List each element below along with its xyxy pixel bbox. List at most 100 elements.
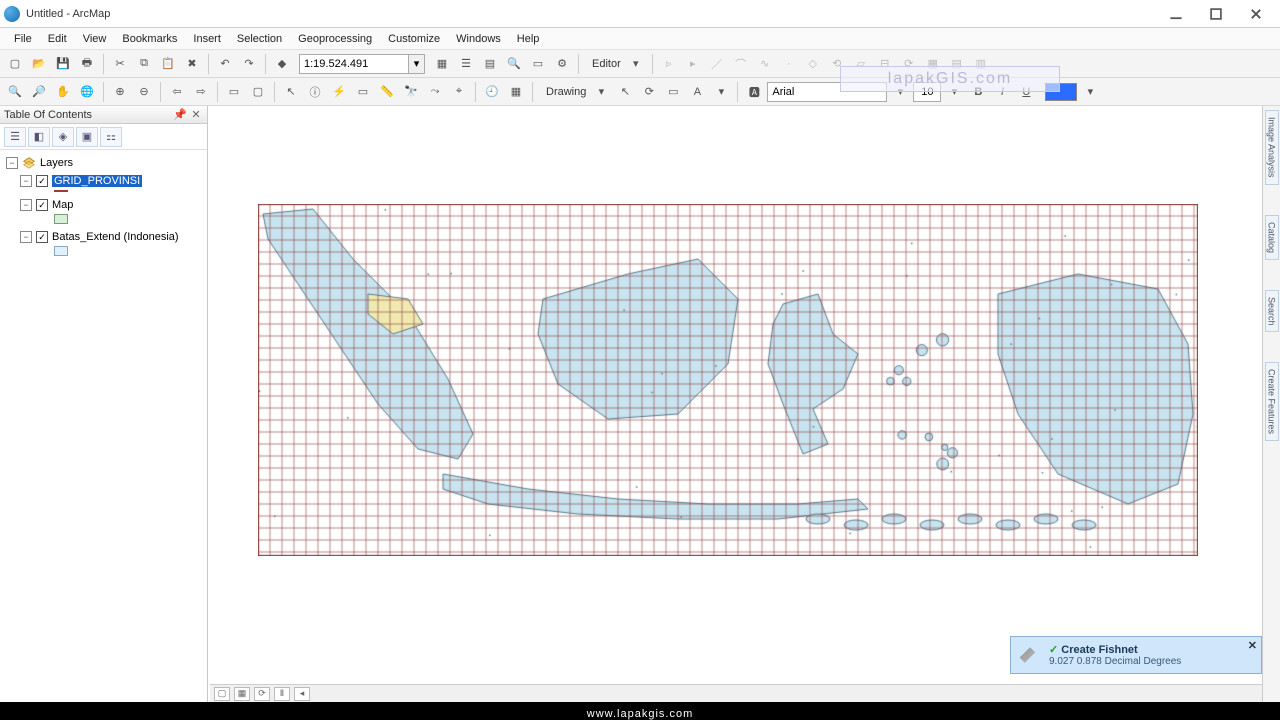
edit-vertices-graphic-icon[interactable]: ▾	[710, 81, 732, 103]
pan-icon[interactable]: ✋	[52, 81, 74, 103]
menu-help[interactable]: Help	[509, 31, 548, 47]
modelbuilder-icon[interactable]: ⚙	[551, 53, 573, 75]
menu-insert[interactable]: Insert	[185, 31, 229, 47]
cut-icon[interactable]: ✂	[109, 53, 131, 75]
layer-row-map[interactable]: − ✓ Map	[2, 196, 205, 214]
font-size-input[interactable]	[913, 82, 941, 102]
identify-icon[interactable]: ⓘ	[304, 81, 326, 103]
create-features-tab[interactable]: Create Features	[1265, 362, 1279, 441]
point-icon[interactable]: ·	[778, 53, 800, 75]
find-icon[interactable]: 🔭	[400, 81, 422, 103]
toc-icon[interactable]: ☰	[455, 53, 477, 75]
cut-polygons-icon[interactable]: ▱	[850, 53, 872, 75]
trace-icon[interactable]: ∿	[754, 53, 776, 75]
close-button[interactable]	[1236, 2, 1276, 26]
redo-icon[interactable]: ↷	[238, 53, 260, 75]
map-canvas[interactable]	[258, 204, 1198, 556]
scroll-left-button[interactable]: ◂	[294, 687, 310, 701]
sketch-props-icon[interactable]: ▤	[946, 53, 968, 75]
image-analysis-tab[interactable]: Image Analysis	[1265, 110, 1279, 185]
delete-icon[interactable]: ✖	[181, 53, 203, 75]
minimize-button[interactable]	[1156, 2, 1196, 26]
measure-icon[interactable]: 📏	[376, 81, 398, 103]
menu-customize[interactable]: Customize	[380, 31, 448, 47]
catalog-window-icon[interactable]: ▤	[479, 53, 501, 75]
layer-visibility-checkbox[interactable]: ✓	[36, 231, 48, 243]
collapse-icon[interactable]: −	[6, 157, 18, 169]
open-icon[interactable]: 📂	[28, 53, 50, 75]
font-name-input[interactable]	[767, 82, 887, 102]
list-by-visibility-icon[interactable]: ◈	[52, 127, 74, 147]
maximize-button[interactable]	[1196, 2, 1236, 26]
create-features-icon[interactable]: ▥	[970, 53, 992, 75]
new-doc-icon[interactable]: ▢	[4, 53, 26, 75]
map-scale-input[interactable]	[299, 54, 409, 74]
collapse-icon[interactable]: −	[20, 199, 32, 211]
search-tab[interactable]: Search	[1265, 290, 1279, 333]
data-view-button[interactable]: ▢	[214, 687, 230, 701]
print-icon[interactable]: 🖶	[76, 53, 98, 75]
search-window-icon[interactable]: 🔍	[503, 53, 525, 75]
text-icon[interactable]: A	[686, 81, 708, 103]
catalog-tab[interactable]: Catalog	[1265, 215, 1279, 260]
menu-file[interactable]: File	[6, 31, 40, 47]
find-route-icon[interactable]: ⤳	[424, 81, 446, 103]
html-popup-icon[interactable]: ▭	[352, 81, 374, 103]
layers-root[interactable]: − Layers	[2, 154, 205, 172]
font-dd-icon[interactable]: ▾	[889, 81, 911, 103]
create-viewer-icon[interactable]: ▦	[505, 81, 527, 103]
chevron-down-icon[interactable]: ▾	[409, 54, 425, 74]
paste-icon[interactable]: 📋	[157, 53, 179, 75]
drawing-menu-label[interactable]: Drawing	[538, 86, 588, 98]
size-dd-icon[interactable]: ▾	[943, 81, 965, 103]
collapse-icon[interactable]: −	[20, 175, 32, 187]
bold-icon[interactable]: B	[967, 81, 989, 103]
menu-bookmarks[interactable]: Bookmarks	[114, 31, 185, 47]
refresh-view-button[interactable]: ⟳	[254, 687, 270, 701]
attributes-icon[interactable]: ▦	[922, 53, 944, 75]
pause-drawing-button[interactable]: Ⅱ	[274, 687, 290, 701]
editor-menu-label[interactable]: Editor	[584, 58, 623, 70]
straight-segment-icon[interactable]: ／	[706, 53, 728, 75]
italic-icon[interactable]: I	[991, 81, 1013, 103]
zoom-in-icon[interactable]: 🔍	[4, 81, 26, 103]
prev-extent-icon[interactable]: ⇦	[166, 81, 188, 103]
layer-symbol-fill[interactable]	[54, 214, 68, 224]
map-scale-combo[interactable]: ▾	[299, 54, 425, 74]
toc-close-icon[interactable]: ✕	[189, 108, 203, 122]
collapse-icon[interactable]: −	[20, 231, 32, 243]
layout-view-button[interactable]: ▦	[234, 687, 250, 701]
endpoint-arc-icon[interactable]: ⌒	[730, 53, 752, 75]
layer-label[interactable]: Batas_Extend (Indonesia)	[52, 231, 179, 243]
menu-selection[interactable]: Selection	[229, 31, 290, 47]
reshape-icon[interactable]: ⟲	[826, 53, 848, 75]
menu-windows[interactable]: Windows	[448, 31, 509, 47]
layer-symbol-fill[interactable]	[54, 246, 68, 256]
goto-xy-icon[interactable]: ⌖	[448, 81, 470, 103]
copy-icon[interactable]: ⧉	[133, 53, 155, 75]
list-by-selection-icon[interactable]: ▣	[76, 127, 98, 147]
clear-selection-icon[interactable]: ▢	[247, 81, 269, 103]
zoom-out-icon[interactable]: 🔎	[28, 81, 50, 103]
select-graphic-icon[interactable]: ↖	[614, 81, 636, 103]
next-extent-icon[interactable]: ⇨	[190, 81, 212, 103]
underline-icon[interactable]: U	[1015, 81, 1037, 103]
list-by-drawing-order-icon[interactable]: ☰	[4, 127, 26, 147]
menu-edit[interactable]: Edit	[40, 31, 75, 47]
select-features-icon[interactable]: ▭	[223, 81, 245, 103]
menu-view[interactable]: View	[75, 31, 115, 47]
split-icon[interactable]: ⊟	[874, 53, 896, 75]
full-extent-icon[interactable]: 🌐	[76, 81, 98, 103]
python-window-icon[interactable]: ▭	[527, 53, 549, 75]
color-dd-icon[interactable]: ▾	[1079, 81, 1101, 103]
layer-label[interactable]: Map	[52, 199, 73, 211]
save-icon[interactable]: 💾	[52, 53, 74, 75]
map-view[interactable]: ▢ ▦ ⟳ Ⅱ ◂ ✓ Create Fishnet 9.027 0.878 D…	[208, 106, 1262, 702]
fill-color-swatch[interactable]	[1045, 83, 1077, 101]
rectangle-icon[interactable]: ▭	[662, 81, 684, 103]
layer-symbol-line[interactable]	[54, 190, 68, 192]
notification-close-icon[interactable]: ✕	[1248, 639, 1257, 652]
geoprocessing-notification[interactable]: ✓ Create Fishnet 9.027 0.878 Decimal Deg…	[1010, 636, 1262, 674]
hyperlink-icon[interactable]: ⚡	[328, 81, 350, 103]
menu-geoprocessing[interactable]: Geoprocessing	[290, 31, 380, 47]
